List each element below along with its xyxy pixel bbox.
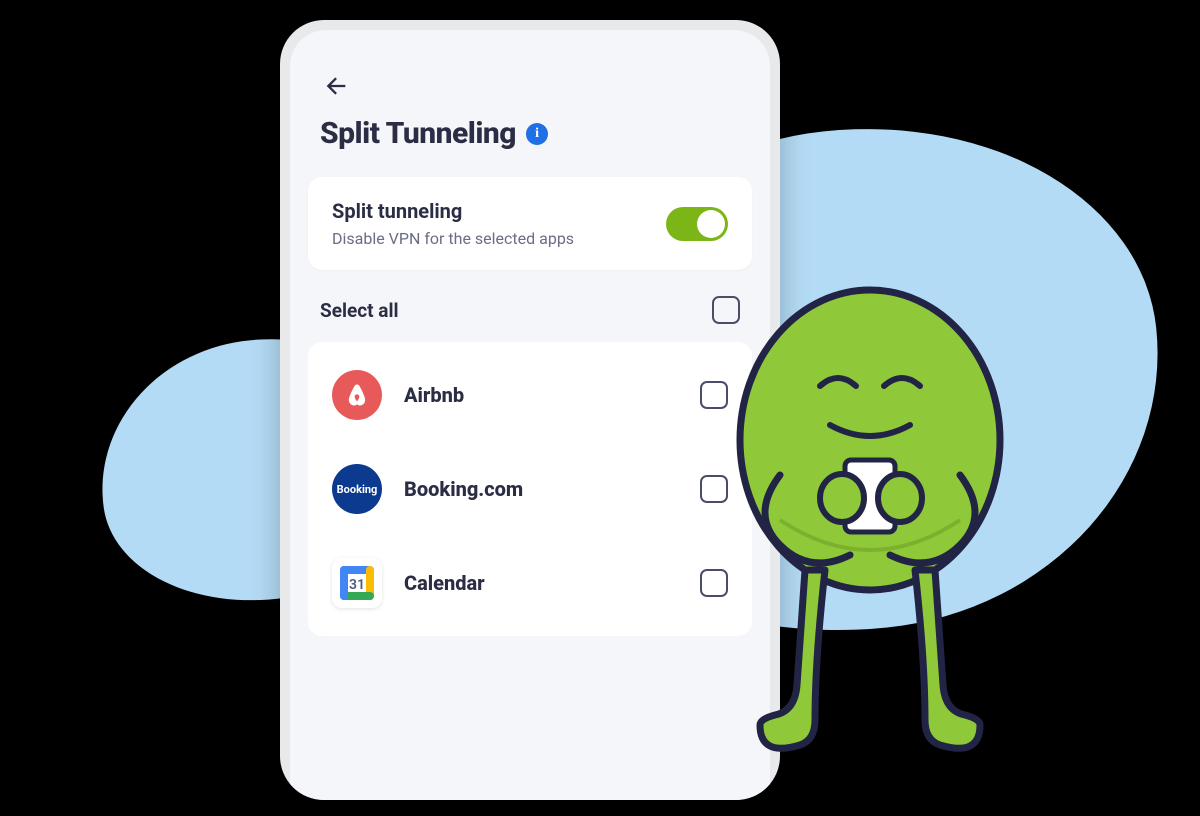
app-name-label: Airbnb: [404, 383, 678, 407]
card-subtitle: Disable VPN for the selected apps: [332, 229, 574, 248]
calendar-icon: 31: [332, 558, 382, 608]
back-button[interactable]: [320, 70, 352, 102]
app-name-label: Booking.com: [404, 477, 678, 501]
app-list: Airbnb Booking Booking.com: [308, 342, 752, 636]
select-all-label: Select all: [320, 299, 399, 322]
page-title-row: Split Tunneling i: [320, 116, 740, 151]
split-tunneling-toggle[interactable]: [666, 207, 728, 241]
booking-icon: Booking: [332, 464, 382, 514]
back-arrow-icon: [322, 72, 350, 100]
page-title: Split Tunneling: [320, 116, 516, 151]
app-row-airbnb[interactable]: Airbnb: [308, 348, 752, 442]
phone-mockup: Split Tunneling i Split tunneling Disabl…: [280, 20, 780, 800]
mascot-illustration: [710, 260, 1040, 800]
split-tunneling-card: Split tunneling Disable VPN for the sele…: [308, 177, 752, 270]
app-name-label: Calendar: [404, 571, 678, 595]
airbnb-icon: [332, 370, 382, 420]
info-icon[interactable]: i: [526, 123, 548, 145]
app-row-booking[interactable]: Booking Booking.com: [308, 442, 752, 536]
phone-screen: Split Tunneling i Split tunneling Disabl…: [290, 30, 770, 800]
card-title: Split tunneling: [332, 199, 574, 223]
toggle-knob: [697, 210, 725, 238]
app-row-calendar[interactable]: 31 Calendar: [308, 536, 752, 630]
select-all-row: Select all: [320, 296, 740, 324]
svg-text:31: 31: [349, 577, 365, 593]
